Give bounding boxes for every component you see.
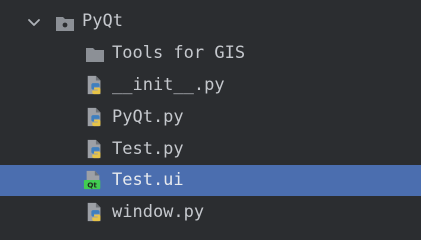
truncated-row-above: [0, 0, 421, 4]
tree-item-window-py[interactable]: window.py: [0, 197, 421, 228]
tree-item-label: Tools for GIS: [112, 43, 246, 63]
tree-item-init-py[interactable]: __init__.py: [0, 70, 421, 101]
qt-badge-text: Qt: [87, 181, 97, 190]
python-file-icon: [87, 139, 101, 159]
tree-item-test-ui[interactable]: Qt Test.ui: [0, 165, 421, 196]
tree-item-label: __init__.py: [112, 75, 225, 95]
tree-item-folder-pyqt[interactable]: PyQt: [0, 6, 421, 37]
project-tree: PyQt Tools for GIS __init__.py PyQt.py T…: [0, 0, 421, 227]
folder-icon: [86, 48, 104, 62]
folder-label: PyQt: [82, 11, 123, 31]
tree-item-label: window.py: [112, 202, 205, 222]
chevron-down-icon[interactable]: [27, 16, 41, 30]
tree-item-label: Test.py: [112, 139, 184, 159]
tree-item-test-py[interactable]: Test.py: [0, 134, 421, 165]
truncated-row-fragment-icon: [0, 0, 421, 4]
qt-ui-file-icon: Qt: [83, 170, 101, 190]
python-file-icon: [87, 75, 101, 95]
tree-item-label: PyQt.py: [112, 107, 184, 127]
tree-item-pyqt-py[interactable]: PyQt.py: [0, 102, 421, 133]
tree-item-label: Test.ui: [112, 170, 184, 190]
python-file-icon: [87, 107, 101, 127]
tree-item-tools-for-gis[interactable]: Tools for GIS: [0, 38, 421, 69]
package-folder-icon: [56, 17, 74, 31]
python-file-icon: [87, 202, 101, 222]
